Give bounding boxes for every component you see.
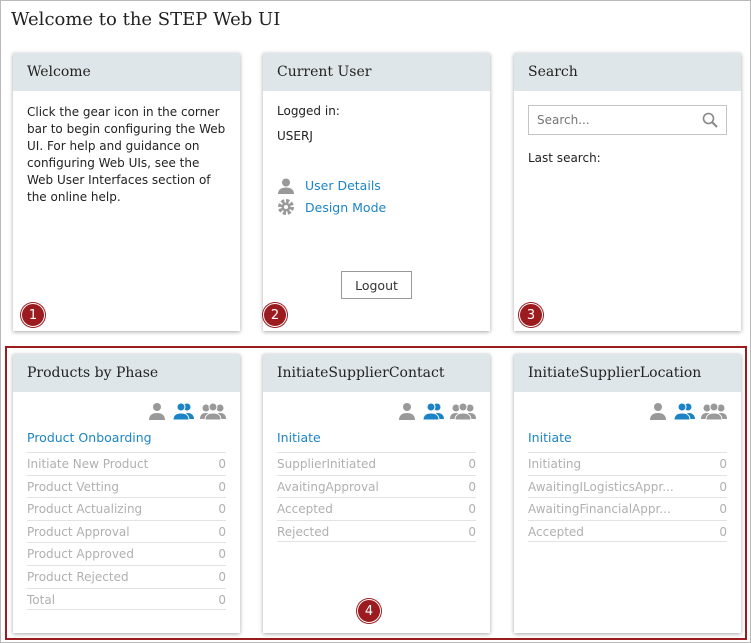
search-card: Search Last search: (514, 53, 741, 331)
status-count: 0 (719, 479, 727, 494)
status-label: Initiate New Product (27, 457, 149, 471)
card-title: Search (514, 53, 741, 91)
status-row[interactable]: Product Approved 0 (27, 542, 226, 565)
status-row[interactable]: Accepted 0 (528, 519, 727, 543)
status-label: Accepted (528, 524, 584, 539)
status-label: Product Approval (27, 524, 130, 539)
status-label: Total (27, 592, 56, 607)
welcome-text: Click the gear icon in the corner bar to… (27, 105, 226, 204)
status-count: 0 (468, 524, 476, 539)
status-row[interactable]: AwaitingILogisticsAppr... 0 (528, 474, 727, 498)
callout-badge: 3 (519, 303, 543, 327)
workflow-widget: InitiateSupplierLocation Initiate Initia… (514, 354, 741, 633)
status-count: 0 (218, 569, 226, 584)
status-row[interactable]: Total 0 (27, 587, 226, 611)
status-row[interactable]: Product Vetting 0 (27, 474, 226, 498)
design-mode-link[interactable]: Design Mode (277, 198, 476, 216)
card-title: Welcome (13, 53, 240, 91)
status-list: Initiating 0 AwaitingILogisticsAppr... 0 Awa… (528, 452, 727, 543)
status-label: AwaitingFinancialAppr... (528, 502, 671, 517)
status-count: 0 (218, 502, 226, 517)
status-row[interactable]: AwaitingFinancialAppr... 0 (528, 497, 727, 520)
last-search-label: Last search: (528, 151, 601, 165)
status-list: Initiate New Product 0 Product Vetting 0 Pro… (27, 452, 226, 611)
card-title: InitiateSupplierLocation (514, 354, 741, 392)
workflow-link[interactable]: Initiate (528, 429, 727, 446)
group-tasks-icon[interactable] (172, 402, 194, 420)
status-row[interactable]: Initiating 0 (528, 452, 727, 475)
workflow-widget: Products by Phase Product Onboarding Ini… (13, 354, 240, 633)
status-label: AwaitingILogisticsAppr... (528, 479, 674, 494)
status-row[interactable]: Product Actualizing 0 (27, 497, 226, 520)
status-count: 0 (468, 457, 476, 471)
logged-in-label: Logged in: (277, 104, 340, 118)
logout-button[interactable]: Logout (341, 271, 412, 299)
all-tasks-icon[interactable] (200, 402, 226, 420)
user-icon (278, 178, 294, 194)
status-count: 0 (468, 502, 476, 517)
status-count: 0 (218, 457, 226, 471)
card-title: Products by Phase (13, 354, 240, 392)
callout-badge: 2 (263, 303, 287, 327)
all-tasks-icon[interactable] (701, 402, 727, 420)
callout-badge: 1 (21, 303, 45, 327)
status-count: 0 (218, 479, 226, 494)
workflow-link[interactable]: Initiate (277, 429, 476, 446)
status-row[interactable]: AvaitingApproval 0 (277, 474, 476, 498)
search-box[interactable] (528, 105, 727, 135)
status-row[interactable]: Product Approval 0 (27, 519, 226, 543)
status-label: Product Approved (27, 547, 134, 562)
search-input[interactable] (537, 113, 702, 127)
welcome-card: Welcome Click the gear icon in the corne… (13, 53, 240, 331)
my-tasks-icon[interactable] (649, 402, 667, 420)
status-label: Rejected (277, 524, 330, 539)
page-title: Welcome to the STEP Web UI (11, 9, 281, 30)
status-row[interactable]: Initiate New Product 0 (27, 452, 226, 475)
group-tasks-icon[interactable] (673, 402, 695, 420)
user-details-link[interactable]: User Details (277, 177, 476, 194)
status-label: Accepted (277, 502, 333, 517)
card-title: Current User (263, 53, 490, 91)
my-tasks-icon[interactable] (148, 402, 166, 420)
status-row[interactable]: Rejected 0 (277, 519, 476, 543)
status-count: 0 (218, 547, 226, 562)
status-label: Product Actualizing (27, 502, 143, 517)
status-label: Initiating (528, 457, 582, 471)
gear-icon (278, 199, 294, 215)
status-label: Product Rejected (27, 569, 129, 584)
status-list: SupplierInitiated 0 AvaitingApproval 0 Accep… (277, 452, 476, 543)
status-label: SupplierInitiated (277, 457, 377, 471)
status-row[interactable]: Accepted 0 (277, 497, 476, 520)
workflow-link[interactable]: Product Onboarding (27, 429, 226, 446)
workflow-widget: InitiateSupplierContact Initiate Supplie… (263, 354, 490, 633)
search-icon[interactable] (702, 112, 718, 128)
all-tasks-icon[interactable] (450, 402, 476, 420)
status-row[interactable]: Product Rejected 0 (27, 564, 226, 588)
callout-badge: 4 (357, 599, 381, 623)
status-count: 0 (719, 524, 727, 539)
username: USERJ (277, 129, 313, 143)
status-count: 0 (468, 479, 476, 494)
status-row[interactable]: SupplierInitiated 0 (277, 452, 476, 475)
status-count: 0 (218, 592, 226, 607)
group-tasks-icon[interactable] (422, 402, 444, 420)
status-count: 0 (719, 502, 727, 517)
status-count: 0 (218, 524, 226, 539)
status-label: AvaitingApproval (277, 479, 379, 494)
status-label: Product Vetting (27, 479, 120, 494)
current-user-card: Current User Logged in: USERJ User Detai… (263, 53, 490, 331)
status-count: 0 (719, 457, 727, 471)
my-tasks-icon[interactable] (398, 402, 416, 420)
card-title: InitiateSupplierContact (263, 354, 490, 392)
